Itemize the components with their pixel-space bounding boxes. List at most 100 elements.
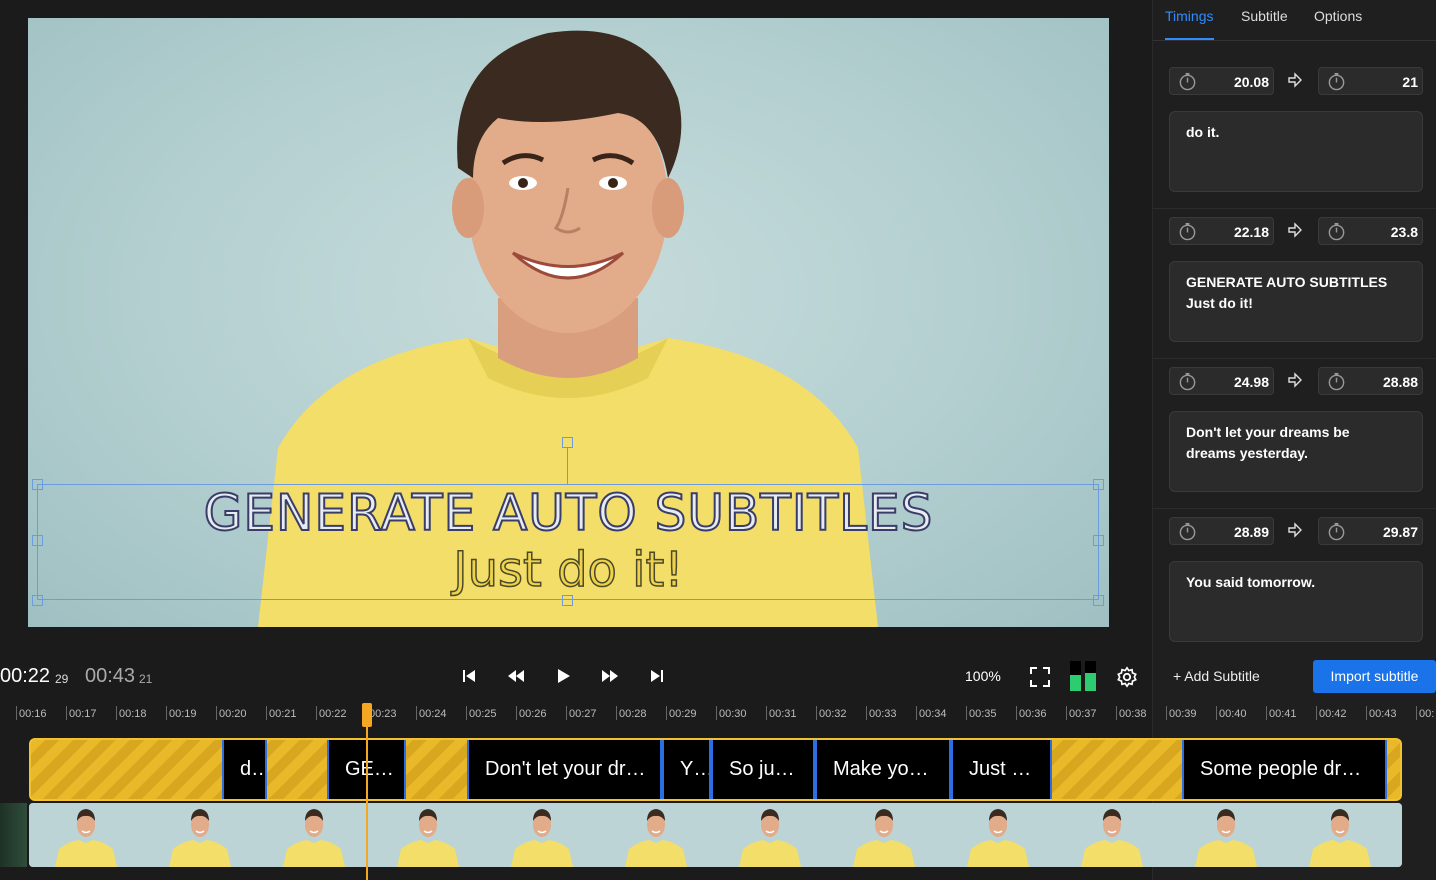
ruler-tick-label: 00:41 xyxy=(1266,706,1297,720)
video-preview[interactable]: GENERATE AUTO SUBTITLES Just do it! xyxy=(28,18,1109,627)
video-thumbnail xyxy=(485,803,599,867)
arrow-right-icon xyxy=(1288,72,1302,88)
subtitle-clip[interactable]: Don't let your dr… xyxy=(467,740,662,799)
subtitle-clip[interactable]: Make yo… xyxy=(815,740,951,799)
ruler-tick-label: 00: xyxy=(1415,706,1435,720)
panel-tabs: Timings Subtitle Options xyxy=(1153,0,1436,41)
subtitle-entry: 24.98 28.88 Don't let your dreams be dream… xyxy=(1153,367,1436,509)
settings-gear-icon[interactable] xyxy=(1116,666,1138,688)
ruler-tick-label: 00:25 xyxy=(466,706,497,720)
end-time-value: 23.8 xyxy=(1390,224,1418,240)
fullscreen-icon[interactable] xyxy=(1029,666,1051,688)
timeline-ruler[interactable]: 00:16 00:17 00:18 00:19 00:20 00:21 00:22 00:23… xyxy=(0,702,1436,726)
start-time-field[interactable]: 22.18 xyxy=(1169,217,1274,245)
subtitle-line-1: GENERATE AUTO SUBTITLES xyxy=(203,483,934,543)
current-time: 00:22 xyxy=(0,665,51,687)
arrow-right-icon xyxy=(1288,522,1302,538)
ruler-tick-label: 00:30 xyxy=(716,706,747,720)
ruler-tick-label: 00:24 xyxy=(416,706,447,720)
stopwatch-icon xyxy=(1178,72,1197,91)
ruler-tick-label: 00:17 xyxy=(66,706,97,720)
fast-forward-icon[interactable] xyxy=(600,666,620,686)
ruler-tick-label: 00:33 xyxy=(866,706,897,720)
tab-subtitle[interactable]: Subtitle xyxy=(1241,8,1288,40)
start-time-value: 28.89 xyxy=(1233,524,1269,540)
tab-options[interactable]: Options xyxy=(1314,8,1362,40)
play-icon[interactable] xyxy=(553,666,573,686)
ruler-tick-label: 00:42 xyxy=(1316,706,1347,720)
start-time-value: 20.08 xyxy=(1233,74,1269,90)
start-time-field[interactable]: 20.08 xyxy=(1169,67,1274,95)
playhead-handle[interactable] xyxy=(362,703,372,727)
subtitle-entry: 22.18 23.8 GENERATE AUTO SUBTITLES Just do… xyxy=(1153,217,1436,359)
subtitle-entry: 20.08 21 do it. xyxy=(1153,67,1436,209)
entry-divider xyxy=(1153,508,1436,509)
subtitle-clip[interactable]: Just … xyxy=(951,740,1052,799)
zoom-level[interactable]: 100% xyxy=(965,668,1001,684)
video-thumbnail xyxy=(941,803,1055,867)
playhead[interactable] xyxy=(366,703,368,880)
ruler-tick-label: 00:26 xyxy=(516,706,547,720)
ruler-tick-label: 00:39 xyxy=(1166,706,1197,720)
video-thumbnail xyxy=(1169,803,1283,867)
ruler-tick-label: 00:23 xyxy=(366,706,397,720)
video-thumbnail xyxy=(599,803,713,867)
subtitle-track[interactable]: d…GE…Don't let your dr…Y…So ju…Make yo…J… xyxy=(29,738,1402,801)
import-subtitle-button[interactable]: Import subtitle xyxy=(1313,660,1436,693)
previous-clip-thumbnail[interactable] xyxy=(0,803,27,867)
subtitle-text-field[interactable]: GENERATE AUTO SUBTITLES Just do it! xyxy=(1169,261,1423,342)
start-time-field[interactable]: 28.89 xyxy=(1169,517,1274,545)
subtitle-text-field[interactable]: Don't let your dreams be dreams yesterda… xyxy=(1169,411,1423,492)
end-time-field[interactable]: 21 xyxy=(1318,67,1423,95)
end-time-value: 28.88 xyxy=(1382,374,1418,390)
start-time-field[interactable]: 24.98 xyxy=(1169,367,1274,395)
video-track[interactable] xyxy=(29,803,1402,867)
ruler-tick-label: 00:43 xyxy=(1366,706,1397,720)
ruler-tick-label: 00:37 xyxy=(1066,706,1097,720)
subtitle-line-2: Just do it! xyxy=(453,541,685,599)
ruler-tick-label: 00:31 xyxy=(766,706,797,720)
subtitle-entry: 28.89 29.87 You said tomorrow. xyxy=(1153,517,1436,657)
video-thumbnail xyxy=(827,803,941,867)
end-time-value: 21 xyxy=(1402,74,1418,90)
entry-divider xyxy=(1153,358,1436,359)
video-thumbnail xyxy=(1055,803,1169,867)
stopwatch-icon xyxy=(1327,72,1346,91)
subtitle-text-field[interactable]: do it. xyxy=(1169,111,1423,192)
rewind-icon[interactable] xyxy=(506,666,526,686)
stopwatch-icon xyxy=(1327,222,1346,241)
end-time-field[interactable]: 29.87 xyxy=(1318,517,1423,545)
subtitle-text-field[interactable]: You said tomorrow. xyxy=(1169,561,1423,642)
add-subtitle-button[interactable]: + Add Subtitle xyxy=(1173,668,1260,684)
subtitle-clip[interactable]: Y… xyxy=(662,740,711,799)
stopwatch-icon xyxy=(1327,372,1346,391)
video-thumbnail xyxy=(713,803,827,867)
ruler-tick-label: 00:20 xyxy=(216,706,247,720)
subtitle-clip[interactable]: d… xyxy=(222,740,267,799)
video-thumbnail xyxy=(29,803,143,867)
stopwatch-icon xyxy=(1178,222,1197,241)
ruler-tick-label: 00:36 xyxy=(1016,706,1047,720)
video-thumbnail xyxy=(257,803,371,867)
stopwatch-icon xyxy=(1178,522,1197,541)
video-thumbnail xyxy=(1397,803,1402,867)
ruler-tick-label: 00:16 xyxy=(16,706,47,720)
ruler-tick-label: 00:28 xyxy=(616,706,647,720)
video-thumbnail xyxy=(371,803,485,867)
skip-to-start-icon[interactable] xyxy=(459,666,479,686)
end-time-field[interactable]: 23.8 xyxy=(1318,217,1423,245)
audio-meter-icon[interactable] xyxy=(1070,661,1096,691)
subtitle-clip[interactable]: Some people dr… xyxy=(1182,740,1387,799)
tab-timings[interactable]: Timings xyxy=(1165,8,1214,40)
rotate-handle-line xyxy=(567,448,568,484)
skip-to-end-icon[interactable] xyxy=(647,666,667,686)
start-time-value: 22.18 xyxy=(1233,224,1269,240)
subtitle-clip[interactable]: So ju… xyxy=(711,740,815,799)
ruler-tick-label: 00:18 xyxy=(116,706,147,720)
ruler-tick-label: 00:40 xyxy=(1216,706,1247,720)
ruler-tick-label: 00:19 xyxy=(166,706,197,720)
ruler-tick-label: 00:22 xyxy=(316,706,347,720)
rotate-handle[interactable] xyxy=(562,437,573,448)
ruler-tick-label: 00:34 xyxy=(916,706,947,720)
end-time-field[interactable]: 28.88 xyxy=(1318,367,1423,395)
